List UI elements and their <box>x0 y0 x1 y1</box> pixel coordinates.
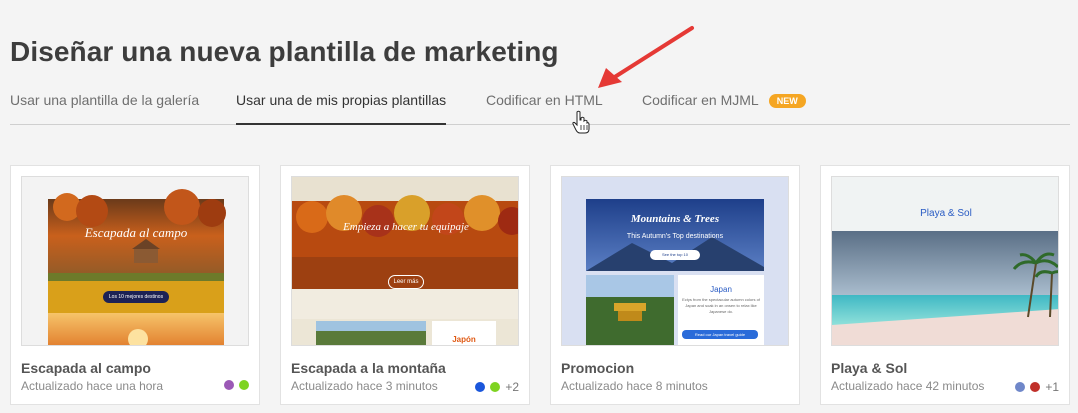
more-colors-count: +2 <box>505 380 519 394</box>
thumb-subheading: This Autumn's Top destinations <box>626 233 724 240</box>
card-color-dots <box>224 380 249 390</box>
template-source-tabs: Usar una plantilla de la galería Usar un… <box>10 92 1070 125</box>
thumb-section-title: Japón <box>452 335 476 344</box>
hand-pointer-icon <box>572 110 590 134</box>
thumb-body-text: Ectys from the spectacular autumn colors… <box>682 297 760 314</box>
color-dot <box>475 382 486 392</box>
card-color-dots: +2 <box>475 380 519 394</box>
card-updated-text: Actualizado hace 42 minutos <box>831 379 985 393</box>
thumb-button: Leer más <box>388 275 424 289</box>
red-arrow-icon <box>598 26 694 88</box>
thumb-section-title: Japan <box>710 285 732 294</box>
tab-label: Codificar en MJML <box>642 92 759 108</box>
color-dot <box>1015 382 1026 392</box>
template-card[interactable]: Playa & Sol Playa & Sol Actualizado hace… <box>820 165 1070 405</box>
template-card[interactable]: Mountains & Trees This Autumn's Top dest… <box>550 165 800 405</box>
color-dot <box>224 380 234 390</box>
color-dot <box>1030 382 1041 392</box>
tab-code-mjml[interactable]: Codificar en MJML NEW <box>642 92 806 125</box>
tab-my-templates[interactable]: Usar una de mis propias plantillas <box>236 92 447 125</box>
tab-label: Usar una de mis propias plantillas <box>236 92 447 108</box>
thumb-button: See the top 10 <box>650 250 700 260</box>
tab-label: Codificar en HTML <box>486 92 603 108</box>
tab-gallery-template[interactable]: Usar una plantilla de la galería <box>10 92 199 125</box>
template-thumbnail: Empieza a hacer tu equipaje Leer más Jap… <box>291 176 519 346</box>
color-dot <box>490 382 501 392</box>
thumb-button: Los 10 mejores destinos <box>103 291 169 303</box>
card-updated-text: Actualizado hace una hora <box>21 379 164 393</box>
card-title: Playa & Sol <box>831 360 908 376</box>
page-title: Diseñar una nueva plantilla de marketing <box>10 36 559 67</box>
thumb-heading: Playa & Sol <box>920 208 972 219</box>
thumb-heading: Empieza a hacer tu equipaje <box>343 221 469 233</box>
template-thumbnail: Mountains & Trees This Autumn's Top dest… <box>561 176 789 346</box>
thumb-heading: Mountains & Trees <box>630 213 720 225</box>
tab-label: Usar una plantilla de la galería <box>10 92 200 108</box>
thumb-cta-button: Read our Japan travel guide <box>682 330 758 339</box>
new-badge: NEW <box>768 94 806 108</box>
thumb-heading: Escapada al campo <box>84 225 188 240</box>
card-title: Promocion <box>561 360 635 376</box>
color-dot <box>239 380 249 390</box>
card-color-dots: +1 <box>1015 380 1059 394</box>
template-card[interactable]: Escapada al campo Los 10 mejores destino… <box>10 165 260 405</box>
card-title: Escapada al campo <box>21 360 151 376</box>
template-thumbnail: Playa & Sol <box>831 176 1059 346</box>
template-card[interactable]: Empieza a hacer tu equipaje Leer más Jap… <box>280 165 530 405</box>
card-updated-text: Actualizado hace 8 minutos <box>561 379 708 393</box>
card-updated-text: Actualizado hace 3 minutos <box>291 379 438 393</box>
template-thumbnail: Escapada al campo Los 10 mejores destino… <box>21 176 249 346</box>
card-title: Escapada a la montaña <box>291 360 446 376</box>
more-colors-count: +1 <box>1045 380 1059 394</box>
